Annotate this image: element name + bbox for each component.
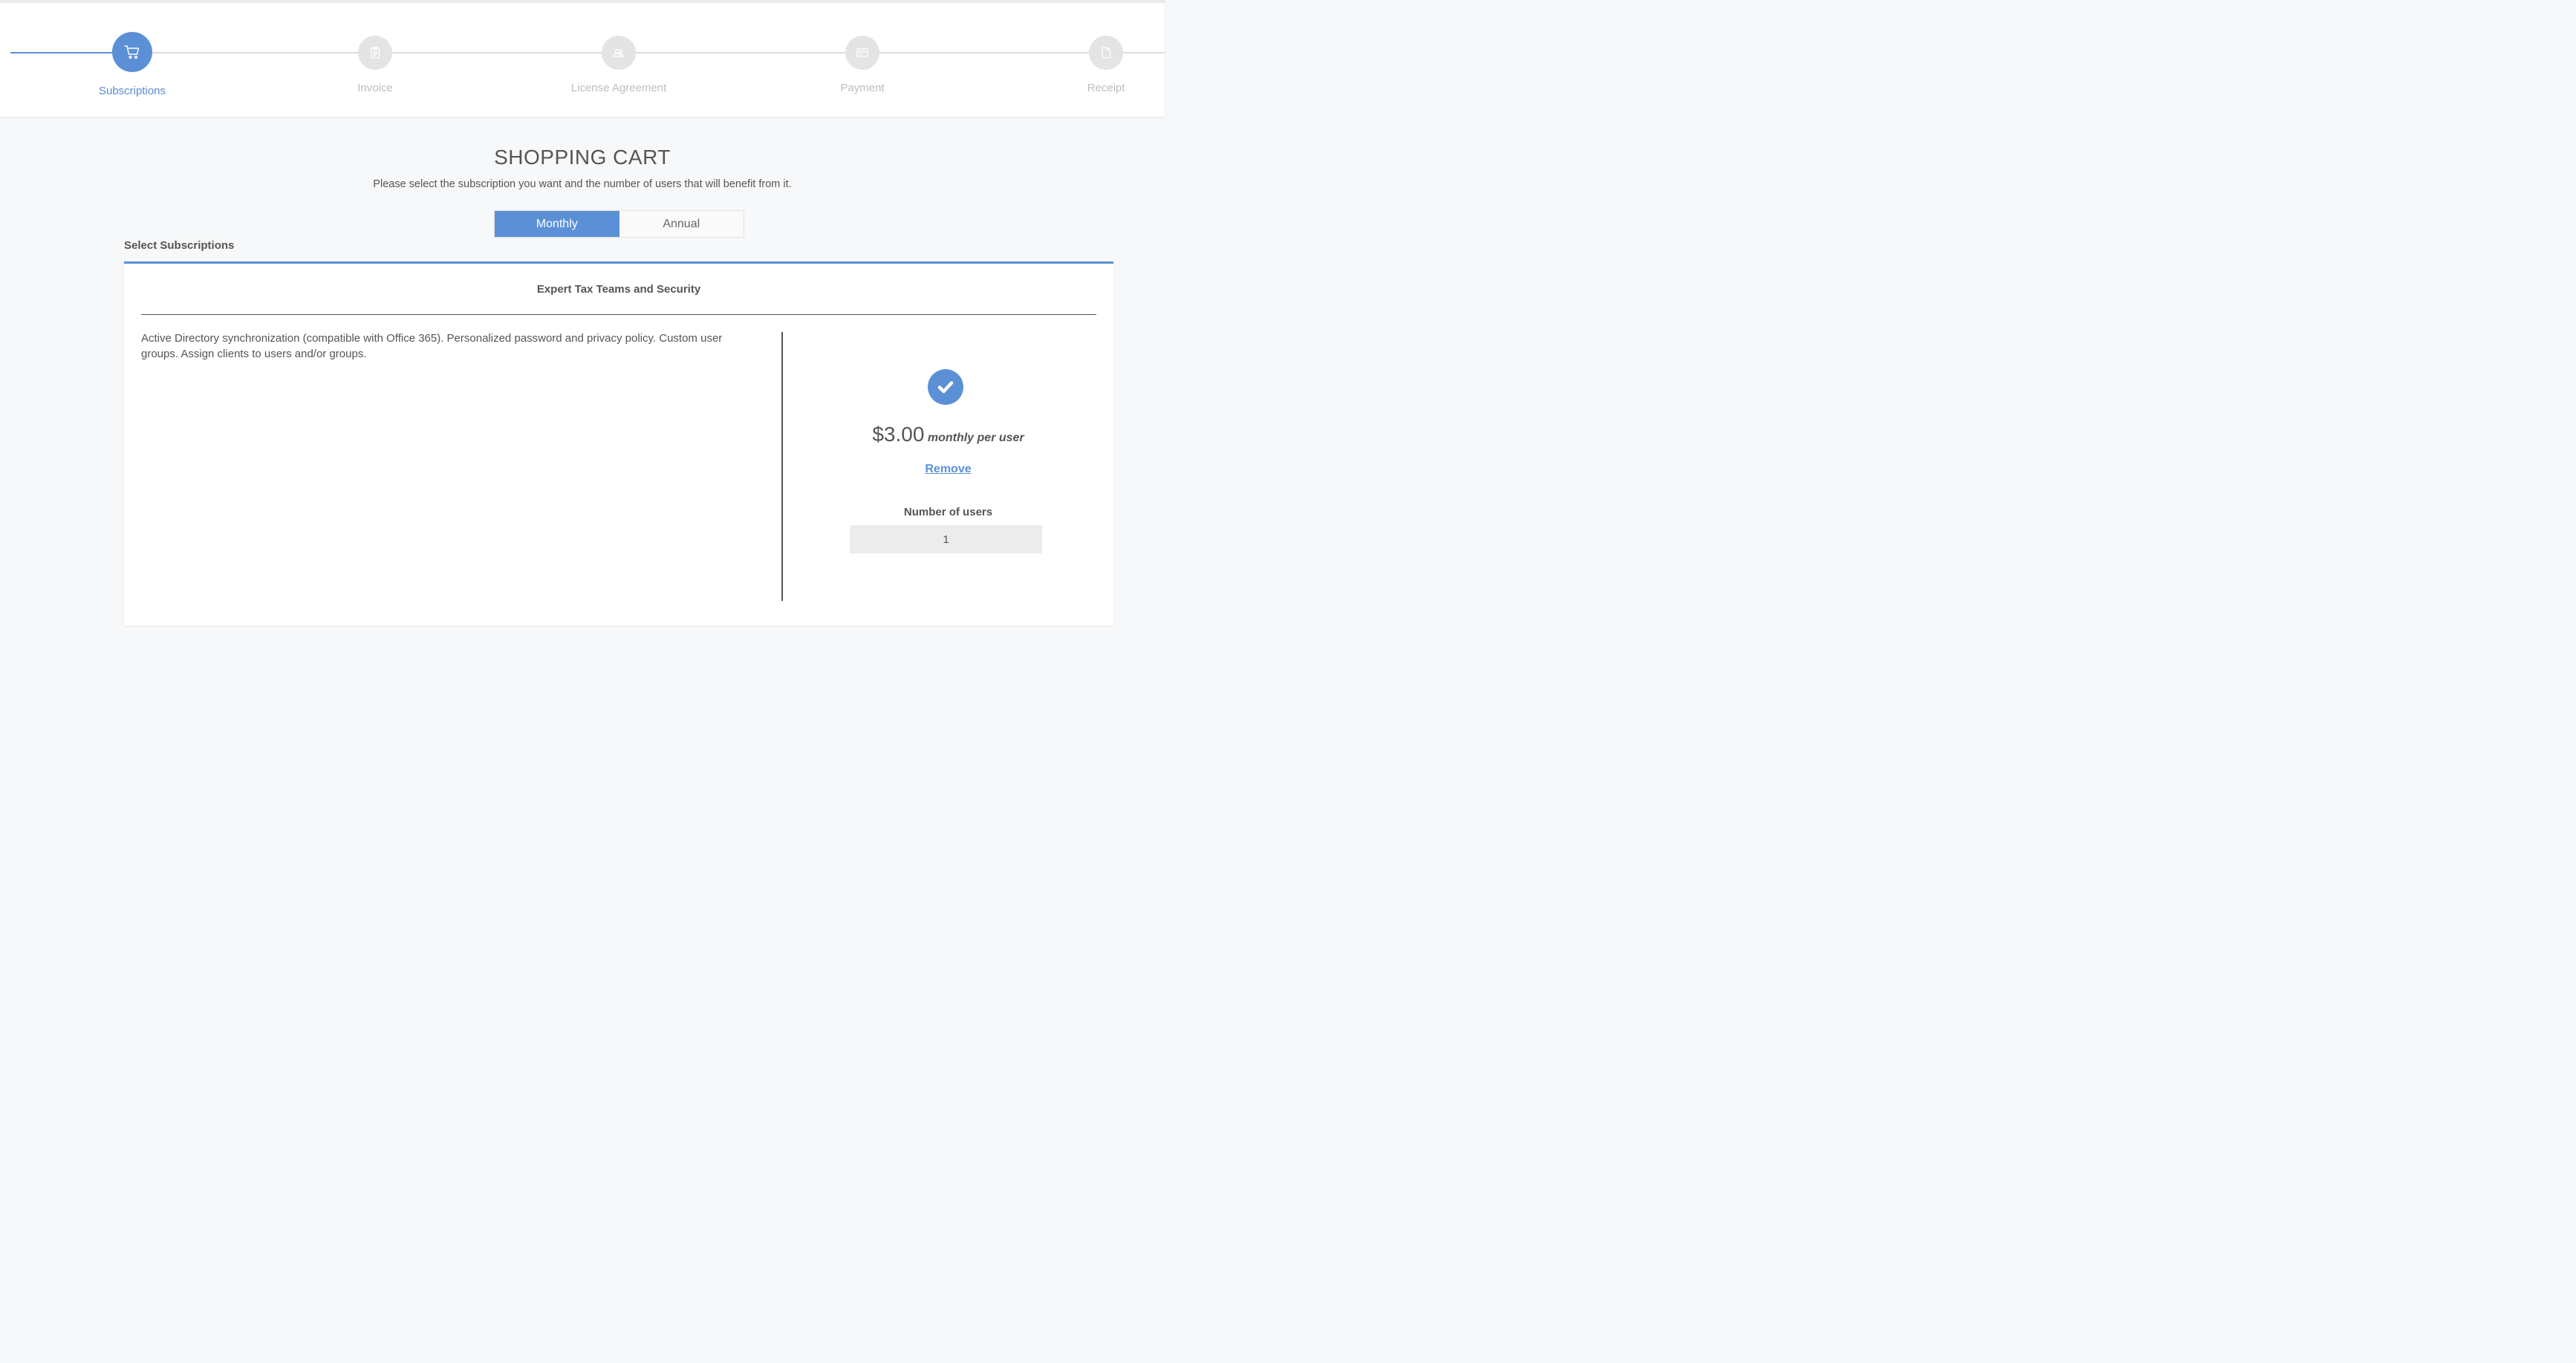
billing-period-toggle: Monthly Annual (494, 210, 744, 238)
step-label: Invoice (357, 82, 393, 94)
step-label: Payment (840, 82, 885, 94)
subscription-name: Expert Tax Teams and Security (536, 283, 701, 296)
subscription-card: Expert Tax Teams and Security Active Dir… (124, 261, 1113, 625)
monthly-option[interactable]: Monthly (495, 211, 619, 237)
cart-icon (112, 32, 152, 72)
document-icon (1089, 36, 1123, 70)
card-icon (845, 36, 879, 70)
remove-link[interactable]: Remove (783, 463, 1113, 476)
price-amount: $3.00 (872, 423, 925, 446)
page-subtitle: Please select the subscription you want … (373, 178, 792, 190)
number-of-users-input[interactable] (850, 525, 1042, 553)
step-label: License Agreement (570, 82, 667, 94)
checkmark-icon[interactable] (928, 369, 963, 405)
price: $3.00 monthly per user (783, 423, 1113, 446)
page-title: SHOPPING CART (494, 146, 671, 169)
number-of-users-label: Number of users (903, 506, 993, 518)
divider (141, 314, 1096, 315)
subscription-pricing-panel: $3.00 monthly per user Remove Number of … (783, 332, 1113, 629)
stepper-track (10, 52, 1165, 53)
users-icon (602, 36, 636, 70)
annual-option[interactable]: Annual (619, 211, 744, 237)
checkout-stepper: Subscriptions Invoice License Agreement (0, 0, 1165, 117)
step-label: Subscriptions (98, 85, 166, 97)
price-unit: monthly per user (927, 432, 1024, 444)
section-label: Select Subscriptions (124, 239, 235, 252)
subscription-description: Active Directory synchronization (compat… (141, 332, 723, 360)
step-label: Receipt (1087, 82, 1125, 94)
clipboard-icon (358, 36, 392, 70)
